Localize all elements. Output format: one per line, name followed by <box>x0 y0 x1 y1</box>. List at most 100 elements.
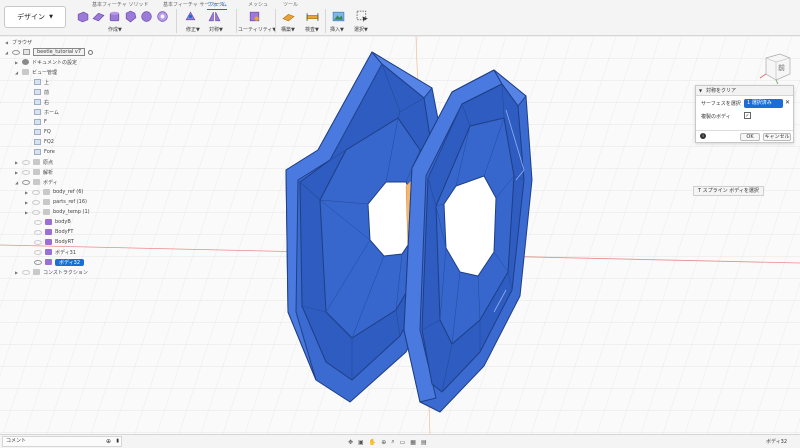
visibility-icon[interactable] <box>34 229 42 235</box>
collapse-icon[interactable]: ◀ <box>4 40 9 45</box>
workspace-label: デザイン <box>17 13 46 21</box>
add-comment-icon[interactable]: ⊕ <box>106 437 111 446</box>
expand-icon[interactable]: ▶ <box>14 270 19 275</box>
create-menu[interactable]: 作成▼ <box>108 26 122 33</box>
browser-item-view[interactable]: 前 <box>34 87 49 97</box>
tab-solid[interactable]: 基本フィーチャ ソリッド <box>92 1 148 8</box>
plane-tool-icon[interactable] <box>92 10 105 23</box>
display-settings-icon[interactable]: ▭ <box>400 439 406 446</box>
expand-icon[interactable]: ▶ <box>24 210 29 215</box>
browser-item-view[interactable]: FQ2 <box>34 137 54 147</box>
item-label: 前 <box>44 89 50 96</box>
expand-icon[interactable]: ▶ <box>14 170 19 175</box>
tab-form[interactable]: フォーム <box>207 1 227 10</box>
browser-item-view[interactable]: Fore <box>34 147 55 157</box>
browser-item-analysis[interactable]: ▶ 解析 <box>14 167 53 177</box>
browser-item-view[interactable]: 右 <box>34 97 49 107</box>
separator <box>236 9 237 33</box>
sphere-tool-icon[interactable] <box>140 10 153 23</box>
workspace-dropdown[interactable]: デザイン ▼ <box>4 6 66 28</box>
visibility-icon[interactable] <box>34 249 42 255</box>
visibility-icon[interactable] <box>32 189 40 195</box>
browser-item-body-group[interactable]: ▶ body_temp (1) <box>24 207 90 217</box>
dialog-collapse-icon[interactable]: ▼ <box>699 86 702 96</box>
utilities-menu[interactable]: ユーティリティ▼ <box>238 26 276 33</box>
browser-item-view[interactable]: 上 <box>34 77 49 87</box>
visibility-icon[interactable] <box>22 159 30 165</box>
browser-item-body[interactable]: bodyB <box>34 217 71 227</box>
pipe-tool-icon[interactable] <box>156 10 169 23</box>
expand-icon[interactable]: ▶ <box>24 200 29 205</box>
browser-item-doc-settings[interactable]: ▶ ドキュメントの設定 <box>14 57 77 67</box>
select-menu[interactable]: 選択▼ <box>354 26 368 33</box>
browser-item-origin[interactable]: ▶ 原点 <box>14 157 53 167</box>
grid-settings-icon[interactable]: ▦ <box>410 439 416 446</box>
browser-item-view[interactable]: FQ <box>34 127 51 137</box>
modify-menu[interactable]: 修正▼ <box>186 26 200 33</box>
visibility-icon[interactable] <box>34 259 42 265</box>
comments-panel[interactable]: コメント ⊕ ▮ <box>2 436 122 447</box>
visibility-icon[interactable] <box>12 49 20 55</box>
expand-icon[interactable]: ▶ <box>14 60 19 65</box>
orbit-icon[interactable]: ✥ <box>348 439 353 446</box>
browser-item-bodies[interactable]: ◢ ボディ <box>14 177 58 187</box>
viewports-icon[interactable]: ▤ <box>421 439 427 446</box>
visibility-icon[interactable] <box>22 179 30 185</box>
cylinder-tool-icon[interactable] <box>108 10 121 23</box>
browser-item-view[interactable]: F <box>34 117 47 127</box>
browser-item-body-group[interactable]: ▶ parts_ref (16) <box>24 197 87 207</box>
fit-icon[interactable]: ⌕ <box>391 438 394 446</box>
visibility-icon[interactable] <box>34 219 42 225</box>
expand-icon[interactable]: ◢ <box>4 50 9 55</box>
edit-form-icon[interactable] <box>184 10 197 23</box>
quadball-tool-icon[interactable] <box>124 10 137 23</box>
view-cube[interactable]: 前 <box>756 44 796 85</box>
construct-menu[interactable]: 構築▼ <box>281 26 295 33</box>
utilities-tool-icon[interactable] <box>248 10 261 23</box>
browser-item-construction[interactable]: ▶ コンストラクション <box>14 267 88 277</box>
tab-mesh[interactable]: メッシュ <box>248 1 268 8</box>
clear-selection-icon[interactable]: ✕ <box>785 99 790 106</box>
construct-tool-icon[interactable] <box>282 10 295 23</box>
item-label: Fore <box>44 149 55 155</box>
inspect-tool-icon[interactable] <box>306 10 319 23</box>
browser-item-body[interactable]: BodyFT <box>34 227 73 237</box>
ok-button[interactable]: OK <box>740 133 760 141</box>
pan-icon[interactable]: ✋ <box>369 439 376 446</box>
visibility-icon[interactable] <box>22 169 30 175</box>
visibility-icon[interactable] <box>22 269 30 275</box>
zoom-icon[interactable]: ⊕ <box>381 439 386 446</box>
browser-item-body-selected[interactable]: ボディ32 <box>34 257 85 267</box>
copy-body-checkbox[interactable]: ✓ <box>744 112 751 119</box>
cancel-button[interactable]: キャンセル <box>763 133 791 141</box>
browser-item-body[interactable]: BodyRT <box>34 237 74 247</box>
info-icon[interactable]: i <box>700 133 706 139</box>
browser-document[interactable]: ◢ beetle_tutorial v7 <box>4 47 94 57</box>
inspect-menu[interactable]: 検査▼ <box>305 26 319 33</box>
expand-icon[interactable]: ▶ <box>14 160 19 165</box>
chevron-down-icon: ▼ <box>49 14 53 20</box>
browser-item-named-views[interactable]: ◢ ビュー管理 <box>14 67 57 77</box>
visibility-icon[interactable] <box>32 199 40 205</box>
expand-icon[interactable]: ◢ <box>14 70 19 75</box>
expand-icon[interactable]: ◢ <box>14 180 19 185</box>
box-tool-icon[interactable] <box>76 10 89 23</box>
look-at-icon[interactable]: ▣ <box>358 439 364 446</box>
insert-image-icon[interactable] <box>332 10 345 23</box>
browser-item-view[interactable]: ホーム <box>34 107 59 117</box>
radio-icon[interactable] <box>88 49 94 55</box>
expand-icon[interactable]: ▶ <box>24 190 29 195</box>
browser-item-body-group[interactable]: ▶ body_ref (6) <box>24 187 83 197</box>
symmetry-menu[interactable]: 対称▼ <box>209 26 223 33</box>
visibility-icon[interactable] <box>32 209 40 215</box>
visibility-icon[interactable] <box>34 239 42 245</box>
tab-tools[interactable]: ツール <box>283 1 298 8</box>
collapse-comments-icon[interactable]: ▮ <box>116 437 119 446</box>
selection-chip[interactable]: 1 選択済み <box>744 99 783 108</box>
insert-menu[interactable]: 挿入▼ <box>330 26 344 33</box>
symmetry-tool-icon[interactable] <box>208 10 221 23</box>
dialog-header[interactable]: ▼ 対称をクリア <box>696 86 793 96</box>
browser-item-body[interactable]: ボディ31 <box>34 247 76 257</box>
select-tool-icon[interactable] <box>356 10 369 23</box>
viewport-canvas[interactable] <box>0 0 800 448</box>
